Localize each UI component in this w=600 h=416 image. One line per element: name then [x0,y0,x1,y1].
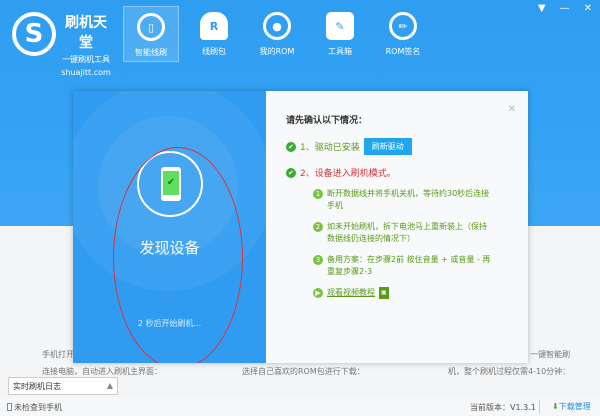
phone-refresh-icon: ▯ [137,13,165,41]
nav-label: ROM签名 [385,47,421,56]
video-icon: ▶ [313,288,323,298]
nav-smart-flash[interactable]: ▯ 智能线刷 [123,6,179,62]
brand: 刷机天堂 一键刷机工具 shuajitt.com [60,12,112,77]
nav-toolbox[interactable]: ✎ 工具箱 [312,6,368,62]
wrench-icon: ✎ [326,12,354,40]
check-driver-label: 1、驱动已安装 [300,143,360,153]
brand-name: 刷机天堂 [65,15,107,51]
step-number: 1 [313,189,323,199]
step-item: 1 断开数据线并将手机关机，等待约30秒后连接手机 [313,188,493,212]
step-text: 备用方案：在步骤2前 按住音量 + 或音量 - 再重复步骤2-3 [327,255,491,276]
window-controls: ▼ — ✕ [538,3,592,14]
nav-label: 工具箱 [328,47,352,56]
device-status: 未检查到手机 [7,402,62,413]
dropdown-value: 实时刷机日志 [13,382,61,391]
menu-button[interactable]: ▼ [538,3,546,14]
annotation-ellipse [113,147,243,363]
cloud-download-icon: R [200,12,228,40]
flash-log-dropdown[interactable]: 实时刷机日志 ▲ [8,377,118,395]
step-text: 如未开始刷机，拆下电池马上重新装上（保持数据线仍连接的情况下） [327,222,487,243]
phone-outline-icon [7,403,12,411]
dialog-close-icon[interactable]: ✕ [508,104,516,115]
device-panel: ✔ 发现设备 2 秒后开始刷机... [73,91,266,363]
divider [539,400,540,414]
step-item: 2 如未开始刷机，拆下电池马上重新装上（保持数据线仍连接的情况下） [313,221,493,245]
step-number: 3 [313,255,323,265]
step-item: 3 备用方案：在步骤2前 按住音量 + 或音量 - 再重复步骤2-3 [313,254,493,278]
flash-dialog: ✔ 发现设备 2 秒后开始刷机... ✕ 请先确认以下情况： ✔ 1、驱动已安装… [73,91,528,363]
nav-label: 线刷包 [202,47,226,56]
nav-flash-package[interactable]: R 线刷包 [186,6,242,62]
hint-line: 机，整个刷机过程仅需4-10分钟： [448,367,571,376]
step-number: 2 [313,222,323,232]
brand-tagline: 一键刷机工具 [62,55,110,64]
video-tutorial-link[interactable]: 观看视频教程 [327,287,375,299]
check-flash-mode-label: 2、设备进入刷机模式。 [300,169,396,179]
device-status-text: 未检查到手机 [14,403,62,412]
check-circle-icon: ✔ [286,141,296,152]
download-icon: ⬇ [552,402,559,411]
check-flash-mode: ✔ 2、设备进入刷机模式。 [286,166,396,179]
refresh-driver-button[interactable]: 刷新驱动 [363,138,412,155]
instructions-panel: ✕ 请先确认以下情况： ✔ 1、驱动已安装 刷新驱动 ✔ 2、设备进入刷机模式。… [266,91,528,363]
pencil-icon: ✏ [389,12,417,40]
version-text: 当前版本：V1.3.1 [470,403,536,412]
minimize-button[interactable]: — [560,3,570,14]
hint-center: 选择自己喜欢的ROM包进行下载： [242,367,365,376]
check-driver: ✔ 1、驱动已安装 刷新驱动 [286,138,412,155]
download-manager-button[interactable]: ⬇下载管理 [552,401,591,412]
chevron-up-icon: ▲ [106,381,113,390]
film-icon: ▣ [379,287,389,299]
nav-label: 我的ROM [259,47,295,56]
nav-label: 智能线刷 [135,48,167,57]
logo-icon: S [12,12,56,56]
user-icon: ● [263,12,291,40]
video-tutorial[interactable]: ▶ 观看视频教程 ▣ [313,287,493,299]
download-manager-label: 下载管理 [558,402,591,411]
app-header: S 刷机天堂 一键刷机工具 shuajitt.com ▯ 智能线刷 R 线刷包 ● 我… [0,0,600,77]
main-nav: ▯ 智能线刷 R 线刷包 ● 我的ROM ✎ 工具箱 ✏ ROM签名 [123,6,438,62]
step-text: 断开数据线并将手机关机，等待约30秒后连接手机 [327,189,490,210]
brand-site: shuajitt.com [61,68,111,77]
nav-rom-sign[interactable]: ✏ ROM签名 [375,6,431,62]
check-circle-icon: ✔ [286,167,296,178]
status-bar: 未检查到手机 当前版本：V1.3.1 ⬇下载管理 [0,398,600,416]
nav-my-rom[interactable]: ● 我的ROM [249,6,305,62]
confirm-title: 请先确认以下情况： [286,116,368,126]
close-button[interactable]: ✕ [584,3,592,14]
